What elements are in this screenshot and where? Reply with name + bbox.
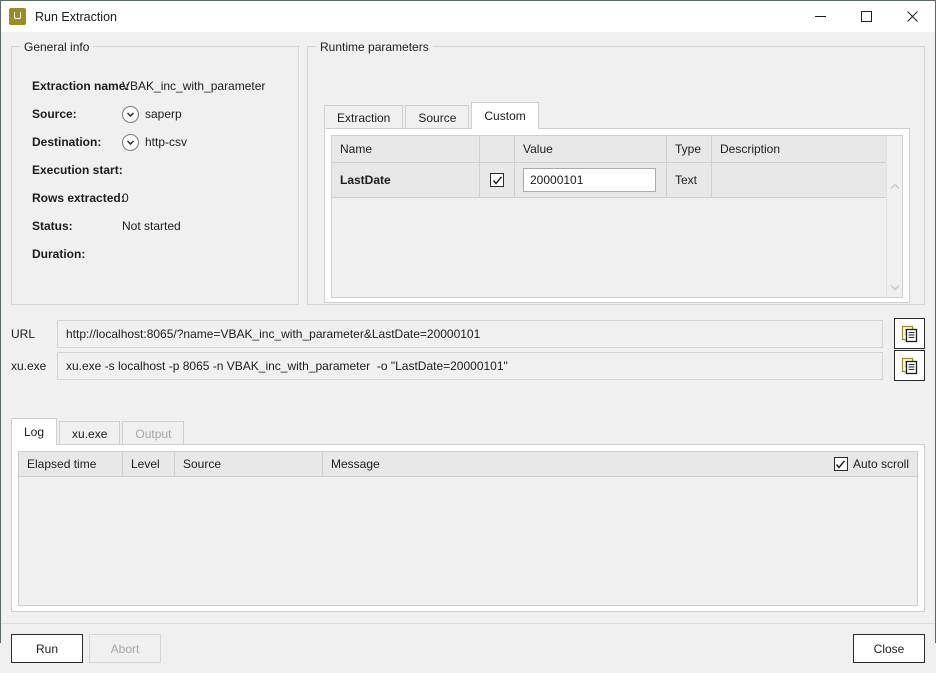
label-duration: Duration: — [32, 247, 86, 261]
url-row: URL http://localhost:8065/?name=VBAK_inc… — [11, 318, 925, 349]
info-row-execution-start: Execution start: — [12, 161, 123, 179]
column-header-level[interactable]: Level — [123, 452, 175, 476]
window-controls — [797, 1, 935, 32]
log-grid: Elapsed time Level Source Message Auto s… — [18, 451, 918, 606]
table-row[interactable]: LastDate Text — [332, 163, 902, 198]
auto-scroll-checkbox[interactable] — [833, 457, 848, 471]
general-info-legend: General info — [20, 40, 94, 54]
log-panel: Elapsed time Level Source Message Auto s… — [11, 444, 925, 612]
xuexe-row: xu.exe xu.exe -s localhost -p 8065 -n VB… — [11, 350, 925, 381]
label-source: Source: — [32, 107, 77, 121]
parameters-grid-header: Name Value Type Description — [332, 136, 902, 163]
abort-button: Abort — [89, 634, 161, 663]
label-rows-extracted: Rows extracted: — [32, 191, 125, 205]
auto-scroll-label: Auto scroll — [852, 457, 909, 471]
column-header-elapsed-time[interactable]: Elapsed time — [19, 452, 123, 476]
tab-custom[interactable]: Custom — [471, 102, 539, 129]
tab-extraction[interactable]: Extraction — [324, 105, 404, 129]
log-tabstrip: Log xu.exe Output — [11, 418, 186, 445]
xuexe-label: xu.exe — [11, 359, 47, 373]
app-u-icon — [9, 8, 26, 25]
run-button[interactable]: Run — [11, 634, 83, 663]
column-header-enabled[interactable] — [480, 136, 515, 162]
tab-output: Output — [122, 421, 185, 445]
parameters-grid-scrollbar[interactable] — [886, 136, 902, 297]
label-status: Status: — [32, 219, 73, 233]
copy-url-button[interactable] — [894, 318, 925, 349]
cell-parameter-value — [515, 163, 667, 197]
value-extraction-name: VBAK_inc_with_parameter — [122, 79, 266, 93]
url-label: URL — [11, 327, 36, 341]
log-grid-body — [19, 477, 917, 605]
titlebar: Run Extraction — [1, 1, 935, 32]
tab-log[interactable]: Log — [11, 418, 58, 445]
label-execution-start: Execution start: — [32, 163, 123, 177]
close-button[interactable]: Close — [853, 634, 925, 663]
close-icon[interactable] — [889, 1, 935, 32]
value-source: saperp — [145, 107, 182, 121]
chevron-down-circle-icon[interactable] — [122, 105, 139, 123]
info-row-destination: Destination: http-csv — [12, 133, 187, 151]
copy-xuexe-button[interactable] — [894, 350, 925, 381]
auto-scroll-control[interactable]: Auto scroll — [833, 452, 909, 476]
tab-source[interactable]: Source — [405, 105, 470, 129]
parameter-value-input[interactable] — [523, 168, 656, 192]
column-header-value[interactable]: Value — [515, 136, 667, 162]
general-info-group: General info Extraction name: VBAK_inc_w… — [11, 40, 299, 305]
parameter-enabled-checkbox[interactable] — [490, 173, 504, 187]
value-status: Not started — [122, 219, 181, 233]
xuexe-field[interactable]: xu.exe -s localhost -p 8065 -n VBAK_inc_… — [57, 352, 883, 380]
cell-parameter-description — [712, 163, 902, 197]
runtime-parameters-group: Runtime parameters Extraction Source Cus… — [307, 40, 925, 305]
label-destination: Destination: — [32, 135, 102, 149]
value-source-wrap: saperp — [122, 105, 182, 123]
cell-parameter-name: LastDate — [332, 163, 480, 197]
footer: Run Abort Close — [1, 624, 935, 673]
chevron-down-circle-icon[interactable] — [122, 133, 139, 151]
info-row-rows-extracted: Rows extracted: 0 — [12, 189, 129, 207]
cell-parameter-enabled — [480, 163, 515, 197]
info-row-duration: Duration: — [12, 245, 122, 263]
url-field[interactable]: http://localhost:8065/?name=VBAK_inc_wit… — [57, 320, 883, 348]
window-title: Run Extraction — [35, 9, 117, 24]
info-row-extraction-name: Extraction name: VBAK_inc_with_parameter — [12, 77, 265, 95]
label-extraction-name: Extraction name: — [32, 79, 130, 93]
value-destination-wrap: http-csv — [122, 133, 188, 151]
scroll-down-icon[interactable] — [887, 279, 902, 295]
runtime-parameters-tabstrip: Extraction Source Custom — [324, 102, 541, 129]
column-header-name[interactable]: Name — [332, 136, 480, 162]
parameters-grid: Name Value Type Description LastDate 200… — [331, 135, 903, 298]
log-grid-header: Elapsed time Level Source Message Auto s… — [19, 452, 917, 477]
value-destination: http-csv — [145, 135, 188, 149]
runtime-parameters-legend: Runtime parameters — [316, 40, 433, 54]
value-rows-extracted: 0 — [122, 191, 129, 205]
column-header-source[interactable]: Source — [175, 452, 323, 476]
column-header-description[interactable]: Description — [712, 136, 902, 162]
run-extraction-window: Run Extraction General info Extraction n… — [0, 0, 936, 673]
custom-parameters-panel: Name Value Type Description LastDate 200… — [324, 128, 910, 303]
tab-xuexe[interactable]: xu.exe — [59, 421, 121, 445]
column-header-message-label: Message — [331, 457, 380, 471]
scroll-up-icon[interactable] — [887, 178, 902, 194]
panel-splitter[interactable] — [301, 50, 305, 302]
info-row-status: Status: Not started — [12, 217, 181, 235]
cell-parameter-type: Text — [667, 163, 712, 197]
maximize-icon[interactable] — [843, 1, 889, 32]
column-header-type[interactable]: Type — [667, 136, 712, 162]
info-row-source: Source: saperp — [12, 105, 182, 123]
parameters-grid-empty-area — [332, 198, 902, 297]
minimize-icon[interactable] — [797, 1, 843, 32]
dialog-content: General info Extraction name: VBAK_inc_w… — [1, 32, 935, 673]
column-header-message[interactable]: Message Auto scroll — [323, 452, 917, 476]
